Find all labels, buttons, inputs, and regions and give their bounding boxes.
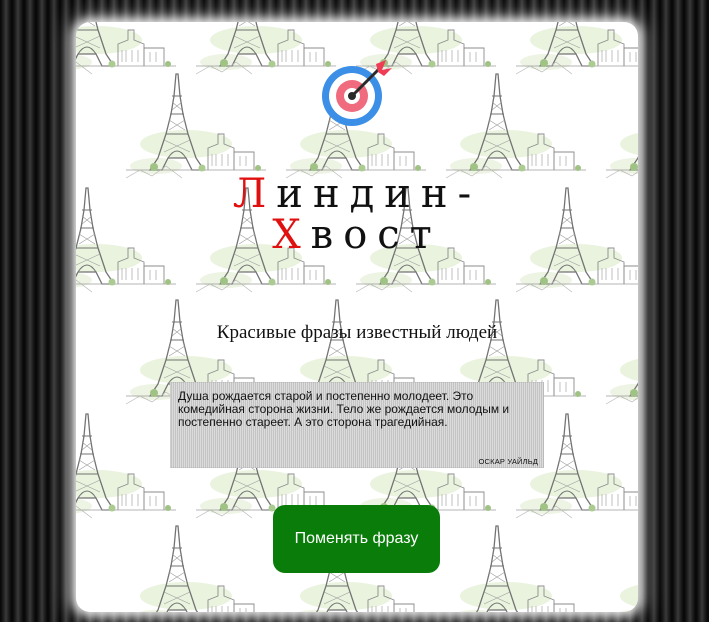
title-initial-2: Х (272, 212, 311, 258)
quote-author: ОСКАР УАЙЛЬД (478, 457, 538, 466)
page-title-line2: Хвост (76, 213, 638, 257)
title-initial-1: Л (232, 171, 277, 217)
main-card: Линдин- Хвост Красивые фразы известный л… (76, 22, 638, 612)
quote-box: Душа рождается старой и постепенно молод… (170, 382, 544, 468)
quote-text: Душа рождается старой и постепенно молод… (178, 389, 510, 429)
target-dart-icon (322, 60, 392, 126)
title-rest-1: индин- (276, 171, 482, 217)
page-subtitle: Красивые фразы известный людей (216, 322, 498, 343)
title-rest-2: вост (310, 212, 442, 258)
change-phrase-button[interactable]: Поменять фразу (273, 505, 440, 573)
page-title-line1: Линдин- (76, 172, 638, 216)
